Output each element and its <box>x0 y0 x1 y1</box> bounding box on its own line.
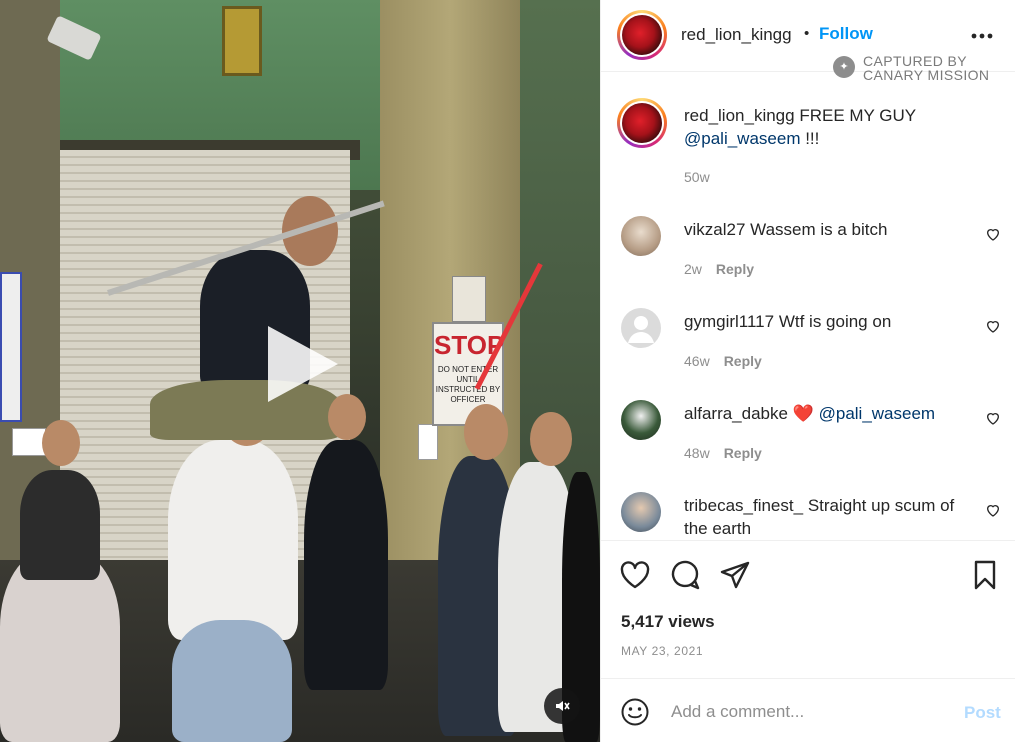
comment-meta: 46w Reply <box>684 353 762 369</box>
avatar[interactable] <box>617 98 667 148</box>
person-head <box>42 420 80 466</box>
comment-username[interactable]: alfarra_dabke <box>684 404 788 423</box>
post-video[interactable]: STOP DO NOT ENTER UNTIL INSTRUCTED BY OF… <box>0 0 600 742</box>
comment-text: tribecas_finest_ Straight up scum of the… <box>684 494 974 540</box>
watermark-line2: CANARY MISSION <box>863 67 990 83</box>
post-header: red_lion_kingg • Follow ✦ CAPTURED BY CA… <box>601 0 1015 83</box>
wall-sign <box>0 272 22 422</box>
comment-time[interactable]: 46w <box>684 353 710 369</box>
post-comment-button[interactable]: Post <box>964 703 1001 723</box>
view-count[interactable]: 5,417 views <box>621 612 715 632</box>
watermark-logo-icon: ✦ <box>833 56 855 78</box>
wall-sign <box>12 428 46 456</box>
person-head <box>464 404 508 460</box>
caption-username[interactable]: red_lion_kingg <box>684 106 795 125</box>
comment-username[interactable]: gymgirl1117 <box>684 312 774 331</box>
comment-text: gymgirl1117 Wtf is going on <box>684 310 974 333</box>
comment-item: alfarra_dabke ❤️ @pali_waseem 48w Reply <box>601 388 1015 480</box>
post-side-panel: red_lion_kingg • Follow ✦ CAPTURED BY CA… <box>600 0 1015 742</box>
caption-timestamp[interactable]: 50w <box>684 169 710 185</box>
person-head <box>530 412 572 466</box>
caption-suffix: !!! <box>800 129 820 148</box>
comment-item: gymgirl1117 Wtf is going on 46w Reply <box>601 296 1015 388</box>
more-horizontal-icon[interactable] <box>971 19 993 45</box>
comments-list[interactable]: vikzal27 Wassem is a bitch 2w Reply gymgi… <box>601 204 1015 540</box>
caption-body: FREE MY GUY <box>799 106 917 125</box>
post-date[interactable]: MAY 23, 2021 <box>621 644 703 658</box>
wall-lamp <box>222 6 262 76</box>
caption-mention[interactable]: @pali_waseem <box>684 129 800 148</box>
comment-username[interactable]: tribecas_finest_ <box>684 496 803 515</box>
reply-button[interactable]: Reply <box>724 445 762 461</box>
comment-body: Wassem is a bitch <box>750 220 888 239</box>
reply-button[interactable]: Reply <box>716 261 754 277</box>
like-heart-icon[interactable] <box>985 410 1001 426</box>
comment-icon[interactable] <box>669 559 701 591</box>
share-icon[interactable] <box>719 559 751 591</box>
person <box>168 440 298 640</box>
captured-watermark: ✦ CAPTURED BY CANARY MISSION <box>833 52 1015 84</box>
person <box>304 440 388 690</box>
wall-sign <box>452 276 486 322</box>
mute-icon[interactable] <box>544 688 580 724</box>
avatar[interactable] <box>621 492 661 532</box>
wall-sign <box>418 424 438 460</box>
comment-input[interactable] <box>671 697 931 727</box>
red-heart-emoji: ❤️ <box>792 404 814 423</box>
like-heart-icon[interactable] <box>985 318 1001 334</box>
add-comment-bar: Post <box>601 678 1015 742</box>
person <box>20 470 100 580</box>
comment-body: Wtf is going on <box>778 312 892 331</box>
bookmark-icon[interactable] <box>969 559 1001 591</box>
comment-text: alfarra_dabke ❤️ @pali_waseem <box>684 402 974 425</box>
person <box>172 620 292 742</box>
separator-dot: • <box>804 25 810 42</box>
comment-meta: 48w Reply <box>684 445 762 461</box>
emoji-icon[interactable] <box>620 697 650 727</box>
comment-username[interactable]: vikzal27 <box>684 220 745 239</box>
post-actions: 5,417 views MAY 23, 2021 <box>601 540 1015 678</box>
reply-button[interactable]: Reply <box>724 353 762 369</box>
comment-text: vikzal27 Wassem is a bitch <box>684 218 974 241</box>
comment-mention[interactable]: @pali_waseem <box>819 404 935 423</box>
avatar[interactable] <box>621 308 661 348</box>
comment-item: tribecas_finest_ Straight up scum of the… <box>601 480 1015 540</box>
avatar[interactable] <box>621 216 661 256</box>
follow-button[interactable]: Follow <box>819 24 873 44</box>
comment-meta: 2w Reply <box>684 261 754 277</box>
comment-time[interactable]: 2w <box>684 261 702 277</box>
avatar[interactable] <box>617 10 667 60</box>
stop-sign-subtext: DO NOT ENTER UNTIL INSTRUCTED BY OFFICER <box>435 365 501 404</box>
play-icon[interactable] <box>268 326 338 402</box>
comment-item: vikzal27 Wassem is a bitch 2w Reply <box>601 204 1015 296</box>
avatar[interactable] <box>621 400 661 440</box>
header-username[interactable]: red_lion_kingg <box>681 25 792 45</box>
comment-time[interactable]: 48w <box>684 445 710 461</box>
like-icon[interactable] <box>619 559 651 591</box>
like-heart-icon[interactable] <box>985 502 1001 518</box>
like-heart-icon[interactable] <box>985 226 1001 242</box>
caption-text: red_lion_kingg FREE MY GUY @pali_waseem … <box>684 104 984 150</box>
